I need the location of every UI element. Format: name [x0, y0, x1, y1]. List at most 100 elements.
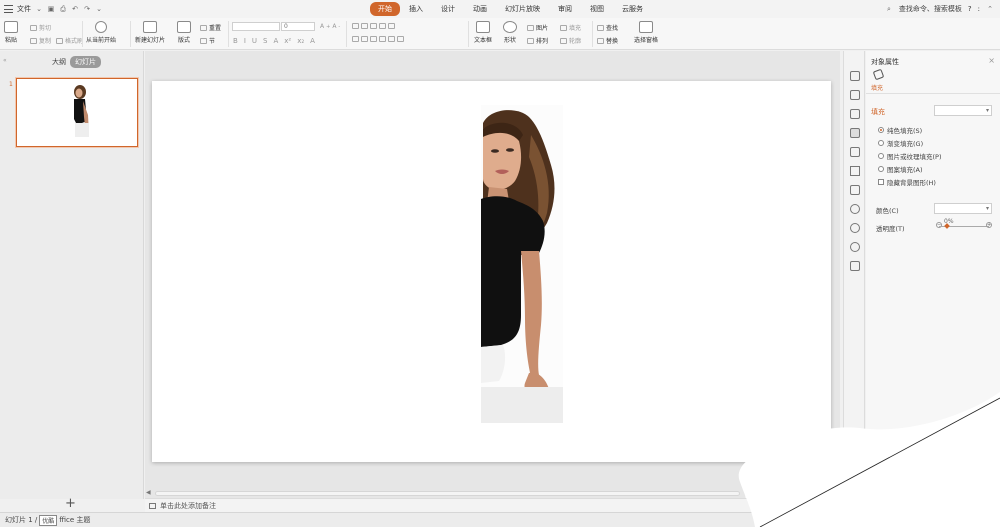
- transparency-slider[interactable]: [939, 223, 989, 229]
- hide-background-checkbox[interactable]: [878, 179, 884, 185]
- font-color-button[interactable]: A: [273, 37, 278, 45]
- replace-button[interactable]: 替换: [597, 36, 618, 45]
- notes-toggle-icon[interactable]: [766, 514, 774, 521]
- chevron-down-icon[interactable]: ⌄: [35, 5, 43, 13]
- paste-button[interactable]: 粘贴: [4, 21, 18, 44]
- format-painter-button[interactable]: 格式刷: [56, 36, 83, 45]
- tab-slides[interactable]: 幻灯片: [70, 56, 101, 68]
- subscript-button[interactable]: x₂: [297, 37, 304, 45]
- slide[interactable]: [152, 81, 831, 462]
- star-icon[interactable]: [850, 166, 860, 176]
- animation-pane-icon[interactable]: [850, 71, 860, 81]
- close-icon[interactable]: ×: [988, 56, 995, 65]
- find-button[interactable]: 查找: [597, 23, 618, 32]
- align-buttons[interactable]: [352, 36, 404, 42]
- superscript-button[interactable]: x²: [284, 37, 291, 45]
- font-name-combo[interactable]: [232, 22, 280, 31]
- layout-pane-icon[interactable]: [850, 90, 860, 100]
- tab-view[interactable]: 视图: [581, 2, 613, 16]
- arrange-button[interactable]: 排列: [527, 36, 548, 45]
- transition-pane-icon[interactable]: [850, 147, 860, 157]
- solid-fill-radio[interactable]: [878, 127, 884, 133]
- picture-fill-option[interactable]: 图片或纹理填充(P): [878, 151, 942, 161]
- outline-button[interactable]: 轮廓: [560, 36, 581, 45]
- scroll-left-icon[interactable]: ◀: [146, 489, 151, 496]
- tab-cloud[interactable]: 云服务: [613, 2, 652, 16]
- tab-animation[interactable]: 动画: [464, 2, 496, 16]
- notes-placeholder[interactable]: 单击此处添加备注: [160, 501, 216, 511]
- slide-number: 1: [9, 81, 13, 88]
- distribute-icon: [388, 36, 395, 42]
- layout-button[interactable]: 版式: [177, 21, 191, 44]
- add-slide-button[interactable]: +: [65, 496, 76, 511]
- clear-format-button[interactable]: A: [310, 37, 315, 45]
- print-icon[interactable]: ⎙: [59, 5, 67, 13]
- menu-icon[interactable]: [4, 5, 13, 13]
- copy-button[interactable]: 复制: [30, 36, 51, 45]
- gradient-fill-radio[interactable]: [878, 140, 884, 146]
- file-menu[interactable]: 文件: [17, 4, 31, 14]
- bullets-button[interactable]: [352, 23, 395, 29]
- color-dropdown[interactable]: [934, 203, 992, 214]
- share-icon[interactable]: [850, 204, 860, 214]
- collapse-ribbon-icon[interactable]: ⌃: [986, 5, 994, 13]
- paint-bucket-icon[interactable]: [872, 68, 885, 81]
- new-slide-button[interactable]: 新建幻灯片: [135, 21, 165, 44]
- undo-icon[interactable]: ↶: [71, 5, 79, 13]
- save-icon[interactable]: ▣: [47, 5, 55, 13]
- notes-pane[interactable]: 单击此处添加备注: [145, 498, 845, 512]
- align-center-icon: [361, 36, 368, 42]
- horizontal-scrollbar[interactable]: ◀: [145, 489, 745, 498]
- grow-font-button[interactable]: A + A-: [320, 23, 340, 30]
- search-icon[interactable]: ⌕: [885, 5, 893, 13]
- shape-pane-icon[interactable]: [850, 109, 860, 119]
- select-pane-button[interactable]: 选择窗格: [634, 21, 658, 44]
- gradient-fill-option[interactable]: 渐变填充(G): [878, 138, 923, 148]
- italic-button[interactable]: I: [244, 37, 246, 45]
- font-size-combo[interactable]: 0: [281, 22, 315, 31]
- customize-icon[interactable]: ⌄: [95, 5, 103, 13]
- transparency-increase[interactable]: +: [986, 222, 992, 228]
- section-button[interactable]: 节: [200, 36, 215, 45]
- tab-home[interactable]: 开始: [370, 2, 400, 16]
- fill-section-header[interactable]: 填充: [871, 107, 885, 117]
- tab-outline[interactable]: 大纲: [47, 56, 71, 68]
- history-icon[interactable]: [850, 223, 860, 233]
- editing-canvas[interactable]: [145, 51, 840, 489]
- grid-icon[interactable]: [850, 261, 860, 271]
- tab-insert[interactable]: 插入: [400, 2, 432, 16]
- picture-fill-radio[interactable]: [878, 153, 884, 159]
- shape-button[interactable]: 形状: [503, 21, 517, 44]
- pattern-fill-option[interactable]: 图案填充(A): [878, 164, 923, 174]
- redo-icon[interactable]: ↷: [83, 5, 91, 13]
- solid-fill-option[interactable]: 纯色填充(S): [878, 125, 922, 135]
- theme-badge[interactable]: 优酷: [39, 514, 58, 526]
- properties-pane-icon[interactable]: [850, 128, 860, 138]
- transparency-decrease[interactable]: −: [936, 222, 942, 228]
- help-button[interactable]: ?: [968, 5, 972, 13]
- picture-button[interactable]: 图片: [527, 23, 548, 32]
- woman-photo[interactable]: [481, 105, 563, 423]
- archive-icon[interactable]: [850, 185, 860, 195]
- fill-button[interactable]: 填充: [560, 23, 581, 32]
- tab-slideshow[interactable]: 幻灯片放映: [496, 2, 549, 16]
- cut-button[interactable]: 剪切: [30, 23, 51, 32]
- scroll-track[interactable]: [155, 491, 740, 496]
- tab-review[interactable]: 审阅: [549, 2, 581, 16]
- reset-button[interactable]: 重置: [200, 23, 221, 32]
- collapse-panel-icon[interactable]: «: [3, 57, 7, 64]
- more-button[interactable]: :: [978, 5, 980, 13]
- slide-thumbnail[interactable]: [16, 78, 138, 147]
- textbox-button[interactable]: 文本框: [474, 21, 492, 44]
- from-current-button[interactable]: 从当前开始: [86, 21, 116, 44]
- bold-button[interactable]: B: [233, 37, 238, 45]
- command-search[interactable]: 查找命令、搜索模板: [899, 4, 962, 14]
- strike-button[interactable]: S: [263, 37, 267, 45]
- hide-background-option[interactable]: 隐藏背景图形(H): [878, 177, 936, 187]
- play-icon: [95, 21, 107, 33]
- help-icon[interactable]: [850, 242, 860, 252]
- fill-type-dropdown[interactable]: [934, 105, 992, 116]
- tab-design[interactable]: 设计: [432, 2, 464, 16]
- pattern-fill-radio[interactable]: [878, 166, 884, 172]
- underline-button[interactable]: U: [252, 37, 257, 45]
